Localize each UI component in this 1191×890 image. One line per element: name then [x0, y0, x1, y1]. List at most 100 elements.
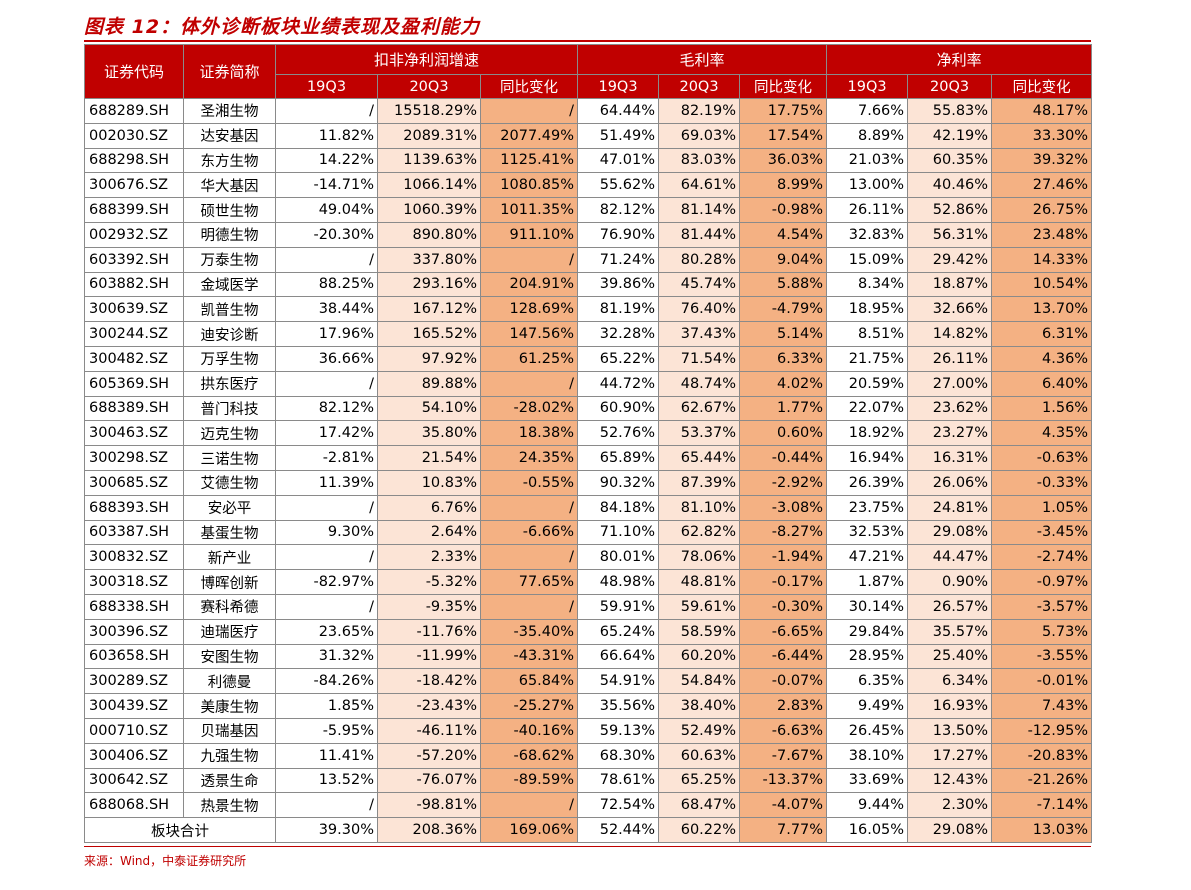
cell-code: 688399.SH [84, 197, 184, 223]
table-row: 300396.SZ 迪瑞医疗 23.65% -11.76% -35.40% 65.24% 5… [84, 618, 1093, 645]
cell-value: 21.75% [826, 345, 909, 372]
cell-code: 688298.SH [84, 147, 184, 174]
group-header-net-margin: 净利率 [826, 44, 1093, 75]
cell-value: -1.94% [739, 544, 828, 571]
cell-value: 6.35% [826, 668, 909, 695]
cell-value: 6.76% [377, 494, 481, 521]
cell-value: 18.38% [479, 420, 579, 447]
cell-value: 39.32% [991, 147, 1093, 174]
cell-value: 65.44% [658, 445, 741, 471]
cell-code: 688393.SH [84, 494, 184, 521]
cell-value: 24.35% [479, 445, 579, 471]
cell-name: 迪安诊断 [183, 321, 276, 347]
cell-value: -0.55% [479, 469, 579, 496]
cell-name: 美康生物 [183, 693, 276, 719]
cell-value: 26.11% [907, 345, 993, 372]
cell-code: 688389.SH [84, 395, 184, 422]
cell-value: 48.74% [658, 370, 741, 397]
cell-value: 128.69% [479, 296, 579, 323]
cell-value: 28.95% [826, 643, 909, 670]
cell-value: -35.40% [479, 618, 579, 645]
cell-value: 26.57% [907, 593, 993, 620]
figure-title: 图表 12：体外诊断板块业绩表现及盈利能力 [84, 16, 481, 38]
cell-value: 38.40% [658, 693, 741, 719]
cell-value: 33.69% [826, 767, 909, 794]
cell-code: 002932.SZ [84, 221, 184, 248]
cell-value: 1011.35% [479, 197, 579, 223]
cell-value: 65.84% [479, 668, 579, 695]
cell-value: -98.81% [377, 792, 481, 819]
cell-value: 8.34% [826, 271, 909, 298]
cell-value: 24.81% [907, 494, 993, 521]
cell-value: 56.31% [907, 221, 993, 248]
total-value: 52.44% [577, 817, 660, 843]
cell-value: -82.97% [275, 569, 378, 595]
cell-value: 32.53% [826, 519, 909, 546]
cell-value: 52.86% [907, 197, 993, 223]
total-value: 7.77% [739, 817, 828, 843]
total-value: 208.36% [377, 817, 481, 843]
cell-value: 62.82% [658, 519, 741, 546]
cell-code: 300244.SZ [84, 321, 184, 347]
cell-code: 300318.SZ [84, 569, 184, 595]
table-row: 688068.SH 热景生物 / -98.81%/72.54% 68.47% -4.07%… [84, 792, 1093, 819]
cell-value: 58.59% [658, 618, 741, 645]
table-row: 300439.SZ 美康生物 1.85% -23.43% -25.27% 35.56% 38… [84, 693, 1093, 719]
cell-value: 18.92% [826, 420, 909, 447]
source-note: 来源：Wind，中泰证券研究所 [84, 854, 247, 868]
cell-value: 6.33% [739, 345, 828, 372]
cell-value: 26.39% [826, 469, 909, 496]
cell-value: 45.74% [658, 271, 741, 298]
total-value: 16.05% [826, 817, 909, 843]
cell-value: 6.34% [907, 668, 993, 695]
table-row: 688389.SH 普门科技 82.12% 54.10% -28.02% 60.90% 62… [84, 395, 1093, 422]
cell-value: 20.59% [826, 370, 909, 397]
total-label: 板块合计 [84, 817, 276, 843]
cell-value: 26.06% [907, 469, 993, 496]
cell-value: 8.99% [739, 172, 828, 199]
cell-value: 6.31% [991, 321, 1093, 347]
cell-value: 911.10% [479, 221, 579, 248]
cell-name: 拱东医疗 [183, 370, 276, 397]
cell-value: 29.42% [907, 246, 993, 273]
cell-value: -9.35% [377, 593, 481, 620]
cell-value: -4.79% [739, 296, 828, 323]
cell-name: 东方生物 [183, 147, 276, 174]
cell-value: -0.07% [739, 668, 828, 695]
sub-header-yoy: 同比变化 [991, 74, 1093, 99]
cell-value: 65.89% [577, 445, 660, 471]
cell-value: 76.90% [577, 221, 660, 248]
cell-value: 77.65% [479, 569, 579, 595]
cell-code: 300642.SZ [84, 767, 184, 794]
cell-value: -0.30% [739, 593, 828, 620]
cell-value: 54.10% [377, 395, 481, 422]
cell-value: 53.37% [658, 420, 741, 447]
cell-value: 39.86% [577, 271, 660, 298]
cell-value: 9.49% [826, 693, 909, 719]
cell-value: -13.37% [739, 767, 828, 794]
cell-code: 300463.SZ [84, 420, 184, 447]
cell-value: 2.30% [907, 792, 993, 819]
group-header-profit-growth: 扣非净利润增速 [274, 44, 579, 75]
cell-name: 利德曼 [183, 668, 276, 695]
cell-code: 688338.SH [84, 593, 184, 620]
cell-value: -0.44% [739, 445, 828, 471]
cell-value: -2.81% [275, 445, 378, 471]
cell-value: 81.44% [658, 221, 741, 248]
cell-value: 16.94% [826, 445, 909, 471]
cell-value: 1066.14% [377, 172, 481, 199]
cell-value: 35.80% [377, 420, 481, 447]
cell-name: 贝瑞基因 [183, 717, 276, 744]
sub-header-20q3: 20Q3 [907, 74, 993, 99]
cell-name: 普门科技 [183, 395, 276, 422]
table-row: 603882.SH 金域医学 88.25% 293.16% 204.91% 39.86% 4… [84, 271, 1093, 298]
cell-value: 21.54% [377, 445, 481, 471]
cell-name: 迈克生物 [183, 420, 276, 447]
cell-value: -11.99% [377, 643, 481, 670]
cell-value: 59.61% [658, 593, 741, 620]
cell-value: 11.82% [275, 122, 378, 149]
cell-value: 1080.85% [479, 172, 579, 199]
sub-header-yoy: 同比变化 [479, 74, 579, 99]
cell-value: 6.40% [991, 370, 1093, 397]
cell-value: -0.17% [739, 569, 828, 595]
